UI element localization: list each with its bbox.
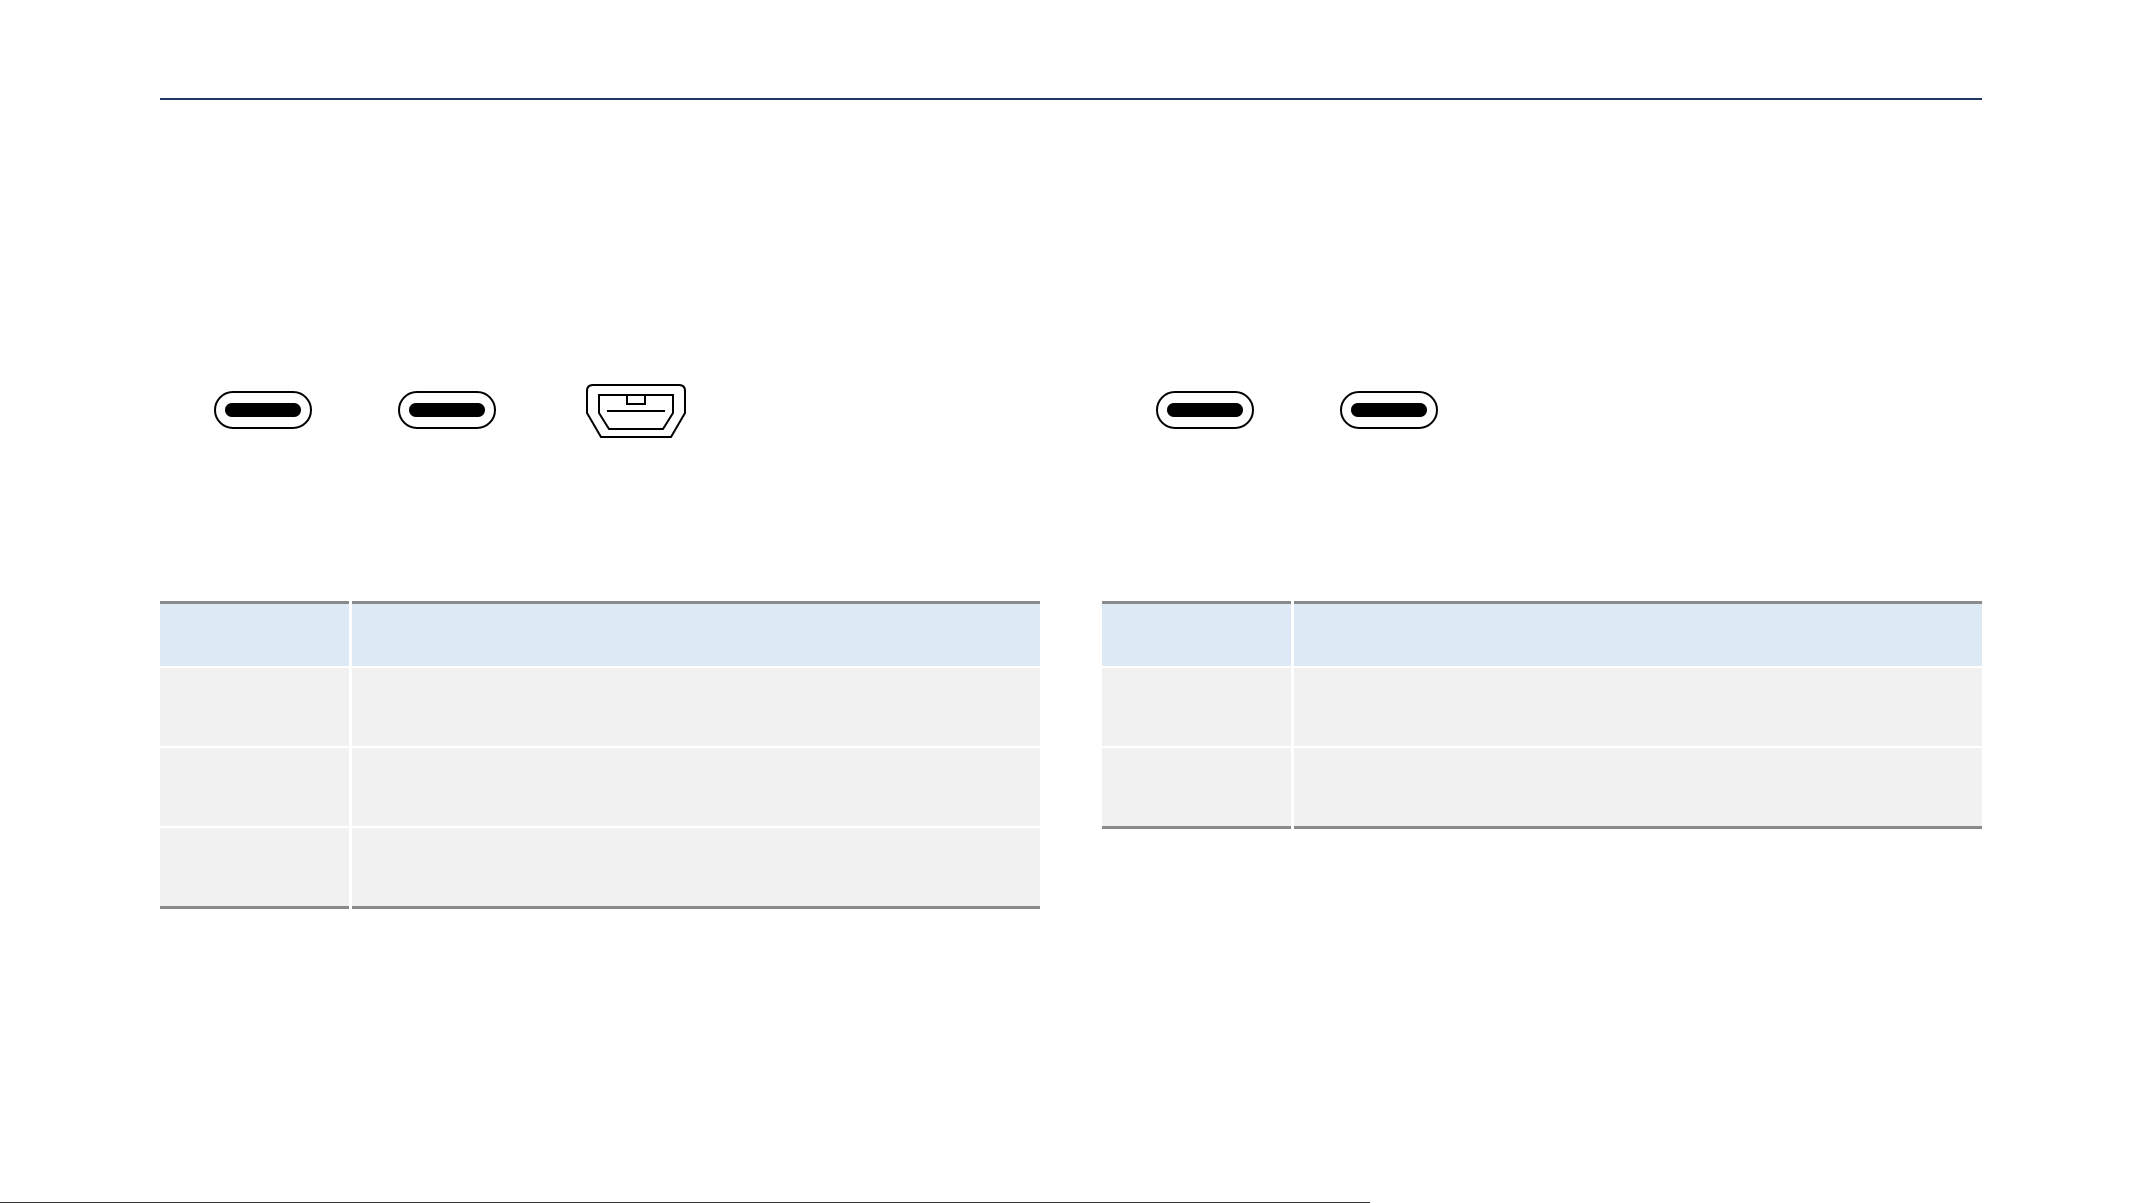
mini-usb-port-icon (585, 383, 687, 439)
table-cell (350, 667, 1040, 748)
port-spec-table-right (1102, 601, 1982, 829)
table-row (1102, 667, 1982, 748)
table-header-row (1102, 602, 1982, 668)
usb-c-port-icon (213, 390, 313, 430)
table-row (160, 747, 1040, 828)
usb-c-port-icon (397, 390, 497, 430)
table-cell (160, 667, 352, 748)
usb-c-port-icon (1155, 390, 1255, 430)
table-header-row (160, 602, 1040, 668)
table-cell (160, 827, 352, 908)
usb-c-port-icon (1339, 390, 1439, 430)
table-header-cell (160, 602, 352, 668)
table-cell (350, 747, 1040, 828)
table-row (1102, 747, 1982, 828)
table-cell (1102, 747, 1294, 828)
table-cell (160, 747, 352, 828)
table-cell (1292, 747, 1982, 828)
table-row (160, 827, 1040, 908)
header-divider (160, 98, 1982, 100)
table-header-cell (350, 602, 1040, 668)
port-spec-table-left (160, 601, 1040, 909)
table-cell (1102, 667, 1294, 748)
table-header-cell (1102, 602, 1294, 668)
table-row (160, 667, 1040, 748)
table-header-cell (1292, 602, 1982, 668)
table-cell (1292, 667, 1982, 748)
table-cell (350, 827, 1040, 908)
